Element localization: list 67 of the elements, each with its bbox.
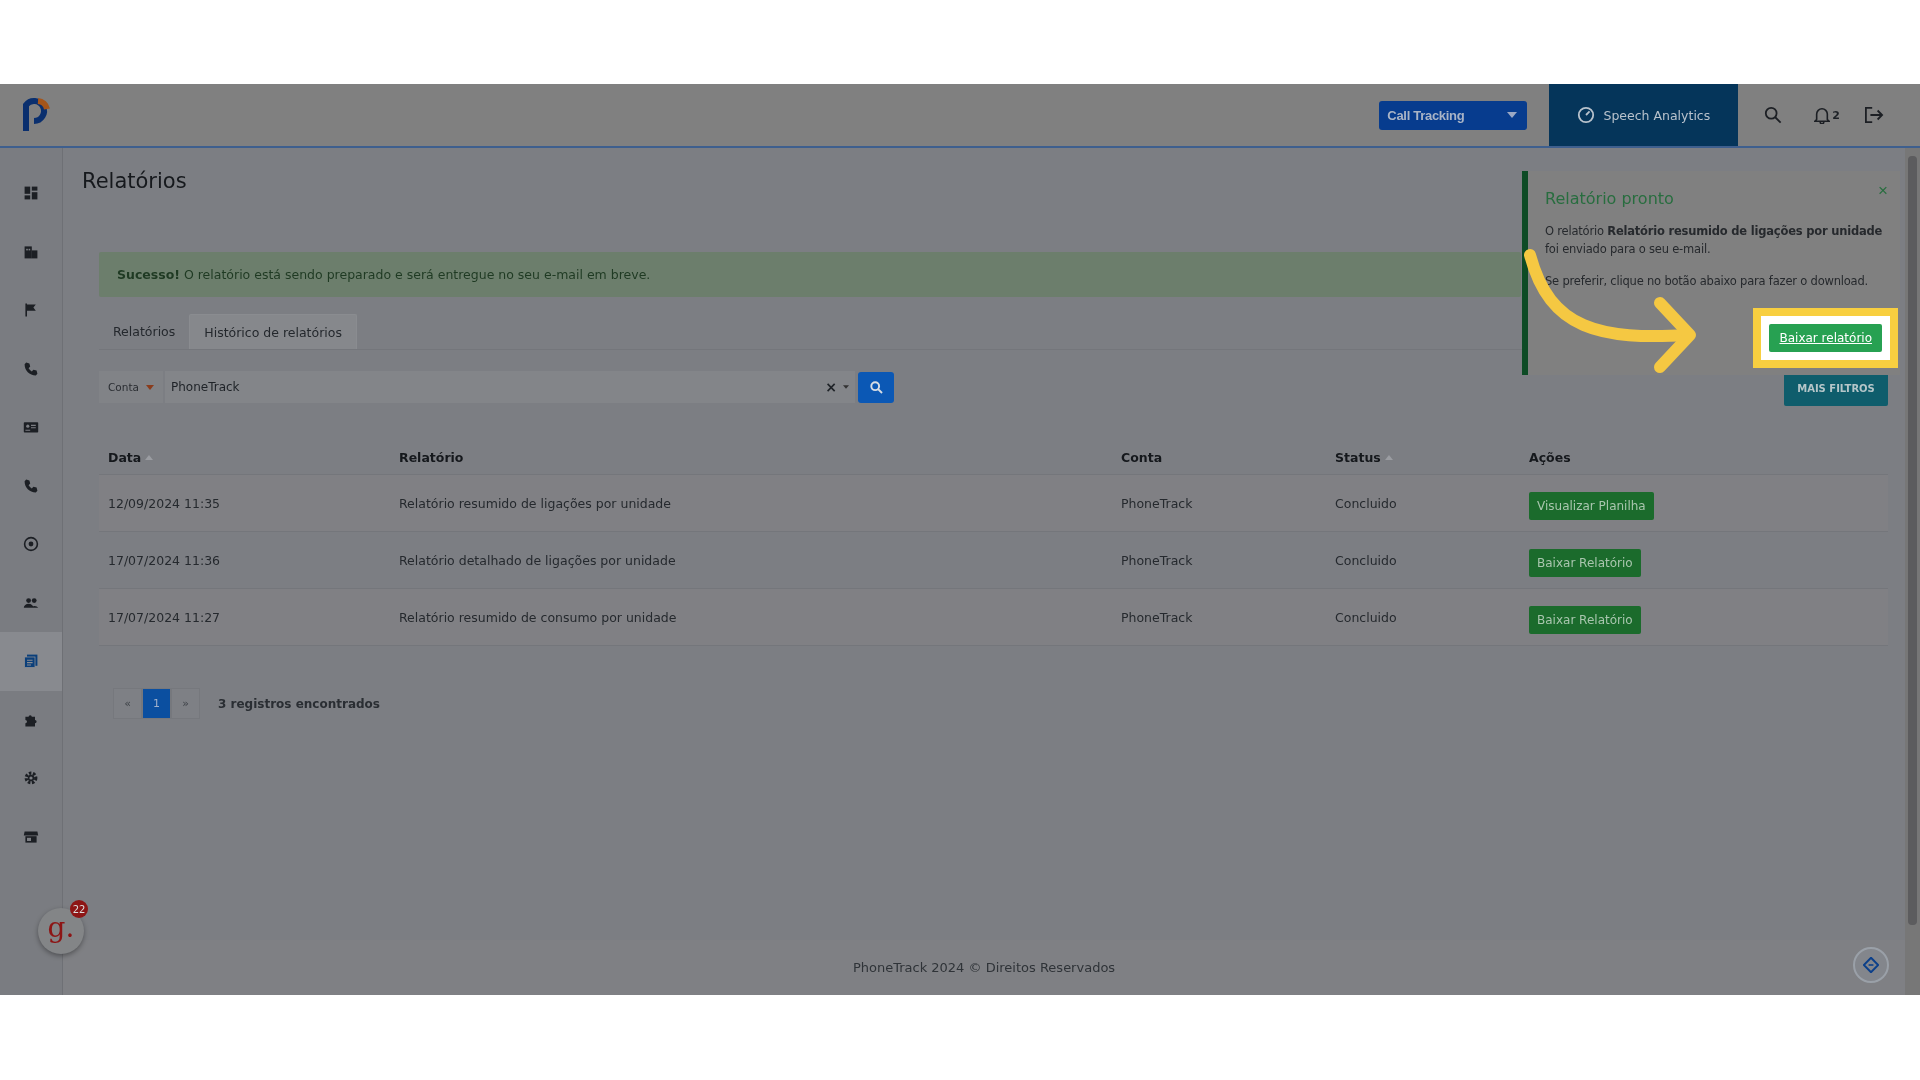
column-header[interactable]: Data (99, 449, 390, 465)
caret-icon (1507, 112, 1518, 118)
notification-message: O relatório Relatório resumido de ligações por unidade foi enviado para o seu e-mail. (1545, 223, 1884, 258)
notification-count: 2 (1832, 108, 1840, 122)
success-alert: Sucesso! O relatório está sendo preparado e será entregue no seu e-mail em breve. (99, 252, 1521, 297)
clear-button[interactable]: × (825, 379, 837, 395)
table-cell-text: Concluido (1334, 609, 1398, 625)
document-icon (23, 653, 39, 670)
action-button[interactable]: Baixar Relatório (1529, 605, 1641, 634)
table-cell-text: Relatório resumido de consumo por unidade (398, 609, 678, 625)
phone-icon (23, 477, 39, 494)
table-cell-text: PhoneTrack (1120, 495, 1194, 511)
widget-button[interactable] (1853, 947, 1889, 983)
table-cell-text: PhoneTrack (1120, 609, 1194, 625)
caret-icon (843, 385, 849, 389)
gauge-icon (23, 536, 39, 553)
diamond-icon (1863, 957, 1879, 973)
settings-icon (23, 770, 39, 787)
page-title: Relatórios (82, 169, 187, 195)
search-button[interactable] (858, 371, 894, 403)
sidebar-item[interactable] (0, 632, 62, 691)
action-button[interactable]: Baixar Relatório (1529, 548, 1641, 577)
dashboard-icon (23, 185, 39, 202)
account-field[interactable]: PhoneTrack × (165, 371, 855, 403)
notification-title: Relatório pronto (1545, 189, 1674, 208)
column-header[interactable]: Conta (1112, 449, 1326, 465)
table-cell-text: PhoneTrack (1120, 552, 1194, 568)
table-cell-text: 12/09/2024 11:35 (107, 495, 222, 511)
speedometer-icon (1577, 106, 1596, 124)
action-button[interactable]: Visualizar Planilha (1529, 491, 1654, 520)
table-cell-text: Relatório resumido de ligações por unidade (398, 495, 672, 511)
module-tab[interactable]: Speech Analytics (1549, 84, 1739, 146)
logo-icon (22, 97, 52, 133)
tab[interactable]: Relatórios (99, 314, 190, 349)
table-cell-text: 17/07/2024 11:36 (107, 552, 222, 568)
search-icon (869, 380, 883, 394)
table-cell-text: Relatório detalhado de ligações por unidade (398, 552, 677, 568)
column-header[interactable]: Relatório (390, 449, 1112, 465)
download-button[interactable]: Baixar relatório (1769, 324, 1882, 352)
flag-icon (23, 302, 39, 319)
notification-hint: Se preferir, clique no botão abaixo para fazer o download. (1545, 273, 1870, 290)
store-icon (23, 828, 39, 845)
results-count: 3 registros encontrados (218, 696, 380, 711)
field-select[interactable]: Conta (99, 371, 163, 403)
phone-icon (23, 360, 39, 377)
contact-card-icon (23, 419, 39, 436)
column-header[interactable]: Status (1326, 449, 1520, 465)
table-cell-text: Concluido (1334, 552, 1398, 568)
bell-icon (1814, 106, 1831, 124)
logout-icon[interactable] (1864, 106, 1884, 124)
product-select[interactable]: Call Tracking (1379, 100, 1528, 130)
scrollbar[interactable] (1905, 148, 1920, 995)
table-cell-text: Concluido (1334, 495, 1398, 511)
sort-icon (1384, 454, 1393, 460)
sort-icon (145, 454, 154, 460)
badge-count: 22 (70, 900, 88, 918)
tab[interactable]: Histórico de relatórios (189, 314, 357, 349)
table-cell-text: 17/07/2024 11:27 (107, 609, 222, 625)
next-page-button[interactable]: » (171, 688, 200, 719)
caret-icon (146, 384, 154, 390)
previous-page-button[interactable]: « (113, 688, 142, 719)
building-icon (23, 243, 39, 260)
page-button[interactable]: 1 (142, 688, 171, 719)
footer-text: PhoneTrack 2024 © Direitos Reservados (852, 960, 1116, 975)
notifications-button[interactable]: 2 (1814, 106, 1840, 124)
column-header[interactable]: Ações (1520, 449, 1888, 465)
search-icon[interactable] (1764, 106, 1783, 124)
